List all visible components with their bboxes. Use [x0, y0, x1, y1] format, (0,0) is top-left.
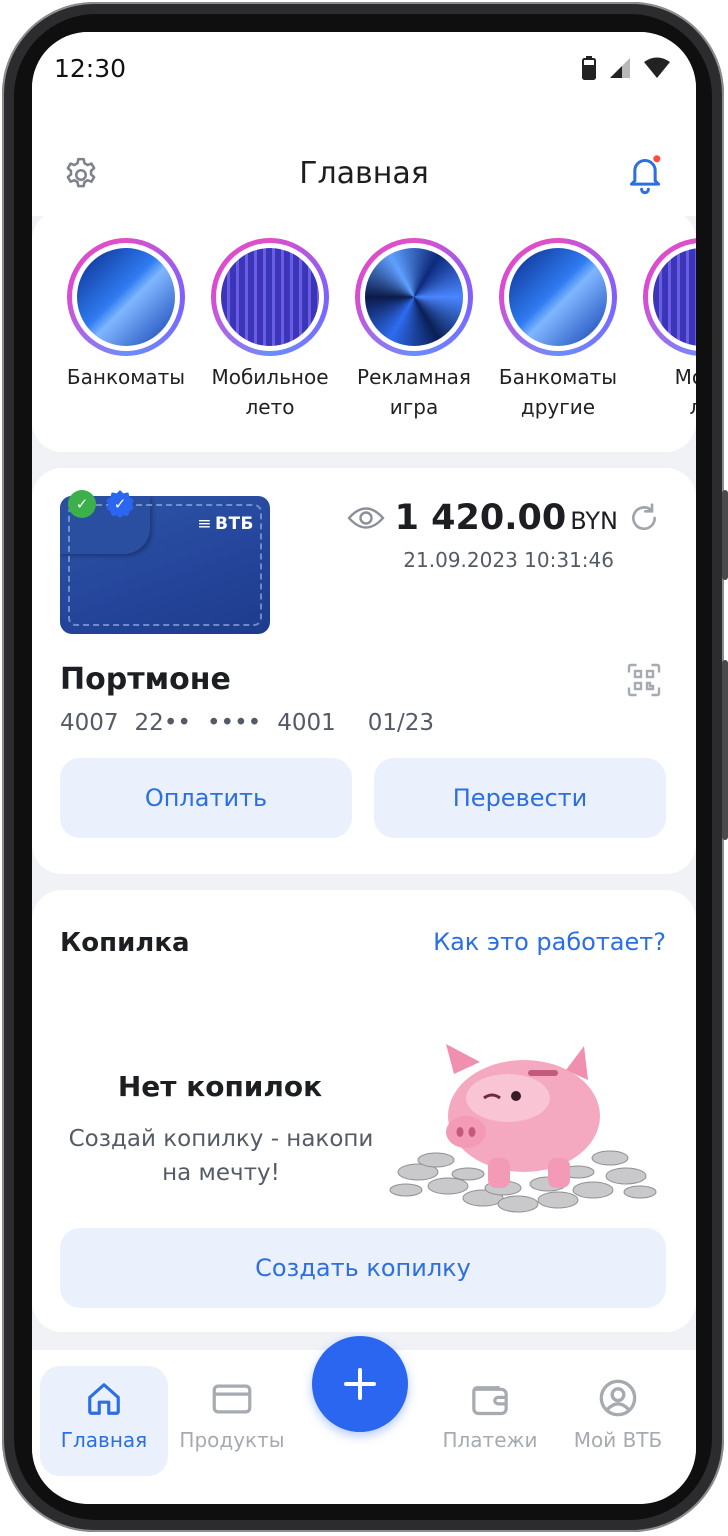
check-icon: ✓	[68, 490, 96, 518]
empty-state-subtitle: Создай копилку - накопи на мечту!	[68, 1126, 374, 1186]
tab-label: Продукты	[179, 1428, 285, 1452]
add-button[interactable]	[312, 1336, 408, 1432]
account-name: Портмоне	[60, 662, 231, 697]
story-label: Мобильное лето	[211, 365, 329, 419]
account-card[interactable]: ≡ ВТБ ✓ ✓ 1 420.00 BYN 21.09.2023 10:31:46…	[32, 468, 696, 874]
home-icon	[88, 1383, 120, 1415]
volume-button	[722, 490, 728, 580]
tab-payments[interactable]: Платежи	[426, 1366, 554, 1476]
story-label: Моби ле	[674, 365, 696, 419]
tab-label: Мой ВТБ	[573, 1428, 663, 1452]
piggy-bank-card: Копилка Как это работает? Нет копилок Со…	[32, 890, 696, 1332]
profile-icon	[599, 1379, 637, 1417]
story-item[interactable]: Банкоматы	[56, 238, 196, 392]
wallet-card-image[interactable]: ≡ ВТБ	[60, 496, 270, 634]
tab-label: Платежи	[442, 1428, 538, 1452]
section-title: Копилка	[60, 928, 190, 958]
eye-icon[interactable]	[347, 505, 385, 531]
empty-state-title: Нет копилок	[117, 1070, 323, 1103]
battery-icon	[582, 56, 596, 80]
story-label: Банкоматы	[66, 365, 186, 389]
power-button	[722, 660, 728, 840]
story-label: Рекламная игра	[357, 365, 471, 419]
tab-profile[interactable]: Мой ВТБ	[554, 1366, 682, 1476]
app-header: Главная	[32, 106, 696, 216]
piggy-bank-illustration	[389, 1044, 657, 1213]
story-item[interactable]: Мобильное лето	[200, 238, 340, 422]
story-label: Банкоматы другие	[498, 365, 618, 419]
story-item[interactable]: Моби ле	[632, 238, 696, 422]
page-title: Главная	[299, 156, 429, 191]
notifications-button[interactable]	[624, 152, 666, 200]
wifi-icon	[644, 57, 670, 78]
cellular-signal-icon	[610, 58, 630, 78]
card-icon	[212, 1384, 252, 1414]
screen: 12:30 Главная Банкоматы Мобильное лето Р…	[32, 32, 696, 1504]
wallet-icon	[472, 1386, 508, 1416]
tab-home[interactable]: Главная	[40, 1366, 168, 1476]
card-expiry: 01/23	[367, 710, 435, 736]
pay-button[interactable]: Оплатить	[60, 758, 352, 838]
create-piggy-bank-button[interactable]: Создать копилку	[60, 1228, 666, 1308]
stories-carousel[interactable]: Банкоматы Мобильное лето Рекламная игра …	[32, 210, 696, 452]
tab-products[interactable]: Продукты	[168, 1366, 296, 1476]
transfer-button[interactable]: Перевести	[374, 758, 666, 838]
balance-updated-time: 21.09.2023 10:31:46	[403, 548, 614, 572]
how-it-works-link[interactable]: Как это работает?	[433, 928, 666, 956]
bank-logo: ≡ ВТБ	[197, 514, 254, 534]
card-number: 4007 22•• •••• 4001 01/23	[60, 710, 435, 736]
balance-amount: 1 420.00	[394, 498, 567, 538]
status-bar: 12:30	[32, 32, 696, 106]
story-item[interactable]: Банкоматы другие	[488, 238, 628, 422]
qr-code-icon[interactable]	[626, 662, 662, 698]
balance-currency: BYN	[570, 507, 618, 535]
tab-label: Главная	[60, 1428, 148, 1452]
status-time: 12:30	[54, 54, 127, 83]
bell-icon	[629, 153, 663, 195]
plus-icon	[344, 1368, 376, 1400]
story-item[interactable]: Рекламная игра	[344, 238, 484, 422]
refresh-icon[interactable]	[628, 502, 660, 534]
